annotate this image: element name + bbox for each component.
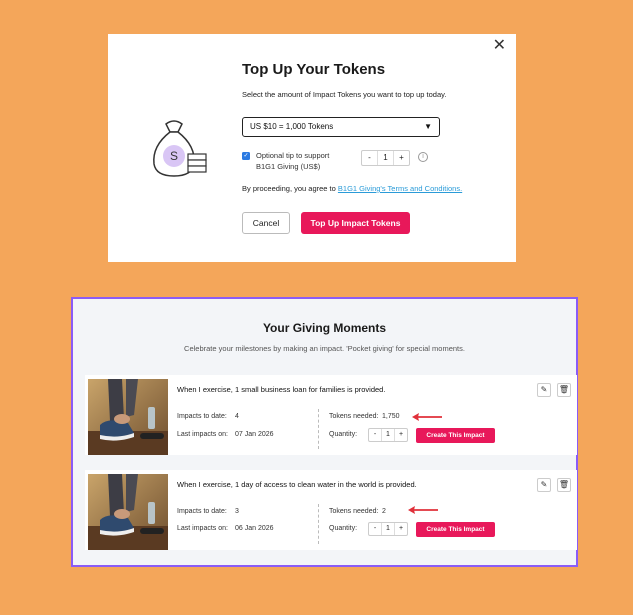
quantity-value[interactable]: 1 — [381, 429, 395, 441]
exercise-photo — [88, 379, 168, 455]
tip-quantity-stepper: - 1 + — [361, 150, 410, 166]
last-impacts-label: Last impacts on: — [177, 525, 228, 532]
giving-moments-panel: Your Giving Moments Celebrate your miles… — [71, 297, 578, 567]
last-impacts-label: Last impacts on: — [177, 431, 228, 438]
divider — [318, 409, 319, 449]
tokens-needed-value: 2 — [382, 508, 386, 515]
minus-button[interactable]: - — [369, 429, 381, 441]
minus-button[interactable]: - — [369, 523, 381, 535]
tip-label-line2: B1G1 Giving (US$) — [256, 162, 321, 171]
top-up-modal: ✕ S Top Up Your Tokens Select the amount… — [108, 34, 516, 262]
top-up-button[interactable]: Top Up Impact Tokens — [301, 212, 410, 234]
tokens-needed-label: Tokens needed: — [329, 413, 379, 420]
trash-icon[interactable]: 🗑 — [557, 383, 571, 397]
plus-button[interactable]: + — [394, 151, 409, 165]
impact-description: When I exercise, 1 small business loan f… — [177, 385, 386, 394]
tip-label-line1: Optional tip to support — [256, 151, 330, 160]
giving-moment-card: When I exercise, 1 day of access to clea… — [85, 470, 577, 550]
terms-link[interactable]: B1G1 Giving's Terms and Conditions. — [338, 184, 462, 193]
edit-icon[interactable]: ✎ — [537, 383, 551, 397]
create-impact-button[interactable]: Create This Impact — [416, 522, 495, 537]
panel-subtitle: Celebrate your milestones by making an i… — [184, 344, 465, 353]
tokens-needed-value: 1,750 — [382, 413, 400, 420]
minus-button[interactable]: - — [362, 151, 377, 165]
arrow-left-icon — [412, 413, 442, 421]
terms-prefix: By proceeding, you agree to — [242, 184, 338, 193]
token-amount-select[interactable]: US $10 = 1,000 Tokens ▼ — [242, 117, 440, 137]
exercise-photo — [88, 474, 168, 550]
quantity-stepper: - 1 + — [368, 428, 408, 442]
plus-button[interactable]: + — [395, 523, 407, 535]
giving-moment-card: When I exercise, 1 small business loan f… — [85, 375, 577, 455]
last-impacts-value: 07 Jan 2026 — [235, 431, 274, 438]
caret-down-icon: ▼ — [424, 122, 432, 131]
tip-checkbox[interactable]: ✓ — [242, 152, 250, 160]
select-value: US $10 = 1,000 Tokens — [250, 122, 334, 131]
quantity-label: Quantity: — [329, 525, 358, 532]
terms-text: By proceeding, you agree to B1G1 Giving'… — [242, 184, 462, 193]
create-impact-button[interactable]: Create This Impact — [416, 428, 495, 443]
tip-label: Optional tip to support B1G1 Giving (US$… — [256, 150, 356, 172]
modal-subtitle: Select the amount of Impact Tokens you w… — [242, 90, 447, 99]
info-icon[interactable]: i — [418, 152, 428, 162]
divider — [318, 504, 319, 544]
impacts-to-date-value: 3 — [235, 508, 239, 515]
quantity-value[interactable]: 1 — [381, 523, 395, 535]
modal-title: Top Up Your Tokens — [242, 61, 386, 78]
quantity-label: Quantity: — [329, 431, 358, 438]
bag-symbol: S — [170, 149, 178, 163]
quantity-stepper: - 1 + — [368, 522, 408, 536]
impact-description: When I exercise, 1 day of access to clea… — [177, 480, 417, 489]
impacts-to-date-label: Impacts to date: — [177, 413, 227, 420]
arrow-left-icon — [408, 506, 438, 514]
impacts-to-date-label: Impacts to date: — [177, 508, 227, 515]
last-impacts-value: 06 Jan 2026 — [235, 525, 274, 532]
impacts-to-date-value: 4 — [235, 413, 239, 420]
trash-icon[interactable]: 🗑 — [557, 478, 571, 492]
cancel-button[interactable]: Cancel — [242, 212, 290, 234]
tip-quantity-value[interactable]: 1 — [377, 151, 394, 165]
money-bag-icon: S — [153, 120, 207, 177]
tokens-needed-label: Tokens needed: — [329, 508, 379, 515]
plus-button[interactable]: + — [395, 429, 407, 441]
close-icon[interactable]: ✕ — [493, 38, 506, 54]
panel-title: Your Giving Moments — [262, 321, 387, 335]
edit-icon[interactable]: ✎ — [537, 478, 551, 492]
